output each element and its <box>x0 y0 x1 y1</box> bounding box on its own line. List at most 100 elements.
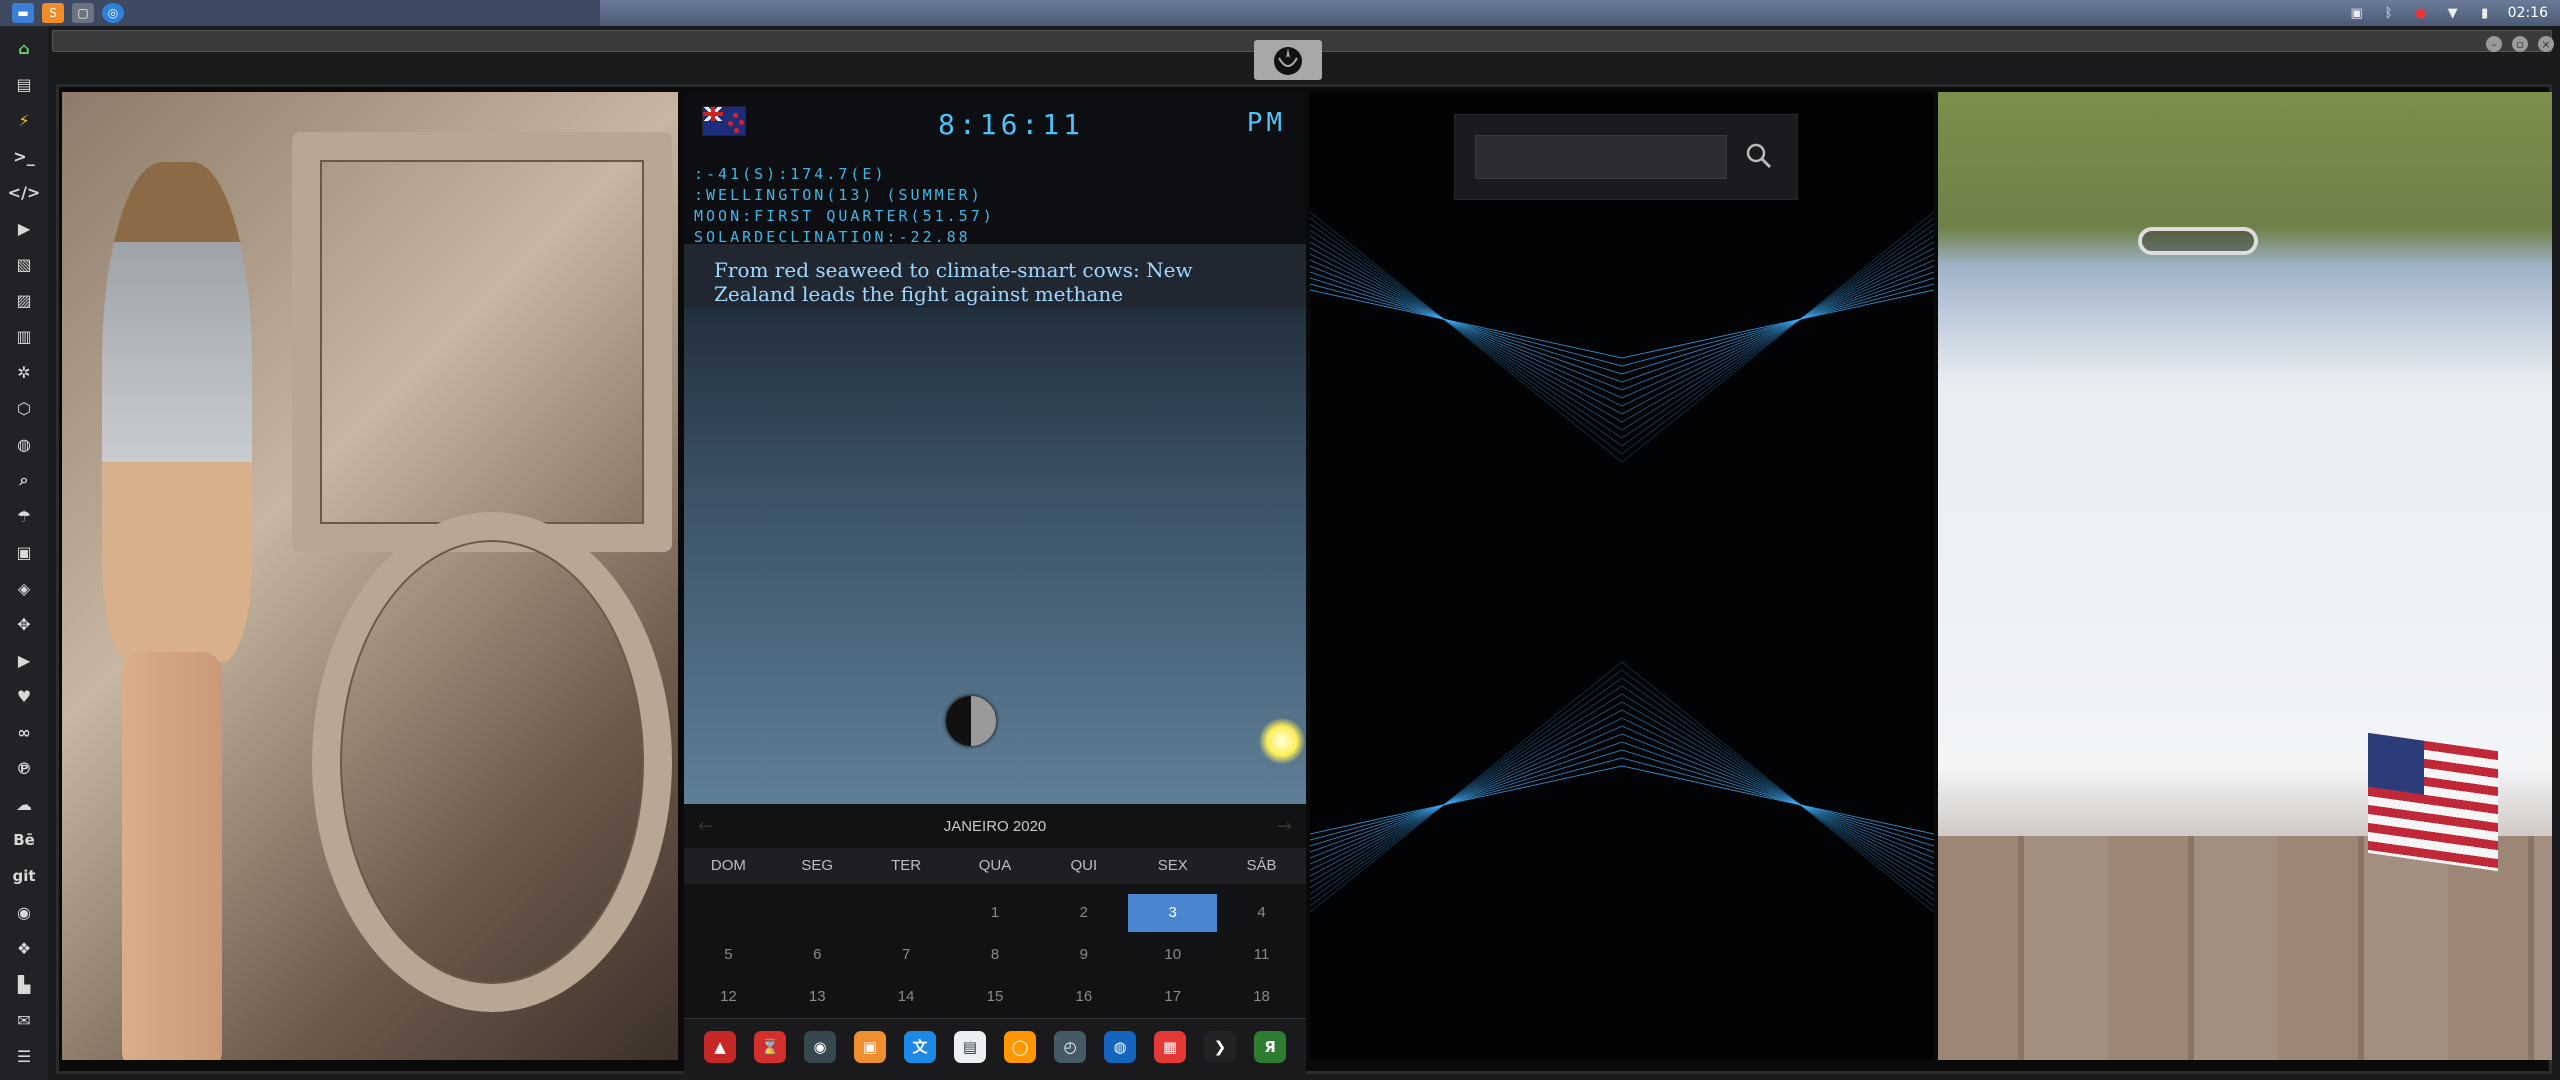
image-icon[interactable]: ▣ <box>2348 5 2366 21</box>
news-banner[interactable]: From red seaweed to climate-smart cows: … <box>684 244 1306 308</box>
photo-panel-left <box>62 92 678 1060</box>
weekday-label: SEG <box>801 857 834 874</box>
chevron-line <box>1310 259 1934 399</box>
search-button[interactable] <box>1739 139 1779 175</box>
play-icon[interactable]: ▶ <box>12 216 36 240</box>
calendar-day[interactable]: 9 <box>1039 934 1128 976</box>
alert-icon[interactable]: ● <box>2412 5 2430 21</box>
wifi-icon[interactable]: ▼ <box>2444 5 2462 21</box>
chevron-line <box>1310 217 1934 455</box>
calendar-day[interactable]: 16 <box>1039 976 1128 1018</box>
document-icon[interactable]: ▤ <box>12 72 36 96</box>
calendar-day[interactable]: 3 <box>1128 894 1218 932</box>
layers-icon[interactable]: ❖ <box>12 936 36 960</box>
list-icon[interactable]: ☰ <box>12 1044 36 1068</box>
chromium-icon[interactable]: ◎ <box>102 3 124 23</box>
notes-icon[interactable]: ▤ <box>954 1030 986 1063</box>
minimize-button[interactable]: – <box>2486 36 2502 52</box>
contacts-icon[interactable]: ▣ <box>12 540 36 564</box>
clock-ampm: PM <box>1246 108 1286 138</box>
git-icon[interactable]: git <box>12 864 36 888</box>
yandex-icon[interactable]: Я <box>1254 1030 1286 1063</box>
chevron-line <box>1310 235 1934 431</box>
chevron-line <box>1310 289 1934 359</box>
calendar-day[interactable]: 2 <box>1039 892 1128 934</box>
calendar-weekdays: DOM SEG TER QUA QUI SEX SÁB <box>684 848 1306 884</box>
code-icon[interactable]: </> <box>8 180 41 204</box>
pinterest-icon[interactable]: ℗ <box>12 756 36 780</box>
search-icon[interactable]: ⌕ <box>12 468 36 492</box>
calendar-day[interactable]: 18 <box>1217 976 1306 1018</box>
clock-header: 8:16:11 PM <box>684 92 1306 148</box>
home-icon[interactable]: ⌂ <box>12 36 36 60</box>
link-icon[interactable]: ∞ <box>12 720 36 744</box>
heart-icon[interactable]: ♥ <box>12 684 36 708</box>
aperture-icon[interactable]: ✲ <box>12 360 36 384</box>
calendar-day[interactable]: 12 <box>684 976 773 1018</box>
window-icon[interactable]: ▢ <box>72 3 94 23</box>
calendar-icon[interactable]: ▦ <box>1154 1030 1186 1063</box>
bluetooth-icon[interactable]: ᛒ <box>2380 5 2398 21</box>
newspaper-icon[interactable]: ▥ <box>12 324 36 348</box>
us-flag <box>2368 732 2498 872</box>
terminal-icon[interactable]: >_ <box>12 144 36 168</box>
github-icon[interactable]: ◉ <box>12 900 36 924</box>
chevron-line <box>1310 677 1934 901</box>
map-icon[interactable]: ▙ <box>12 972 36 996</box>
photos-icon[interactable]: ▣ <box>854 1030 886 1063</box>
chevron-line <box>1310 725 1934 865</box>
image-icon[interactable]: ▨ <box>12 288 36 312</box>
next-month-icon[interactable]: → <box>1277 816 1292 837</box>
rebel-alliance-icon[interactable] <box>1254 40 1322 80</box>
news-headline[interactable]: From red seaweed to climate-smart cows: … <box>714 258 1276 306</box>
search-panel <box>1310 92 1934 1060</box>
calendar-day[interactable]: 15 <box>951 976 1040 1018</box>
model-figure <box>102 162 252 662</box>
clock-label[interactable]: 02:16 <box>2508 5 2548 21</box>
calendar-day[interactable]: 13 <box>773 976 862 1018</box>
cards-icon[interactable]: ▧ <box>12 252 36 276</box>
hourglass-icon[interactable]: ⌛ <box>754 1030 786 1063</box>
maximize-button[interactable]: ▫ <box>2512 36 2528 52</box>
globe-dark-icon[interactable]: ◉ <box>804 1030 836 1063</box>
globe-icon[interactable]: ◍ <box>12 432 36 456</box>
calendar-day[interactable]: 14 <box>862 976 951 1018</box>
clock-icon[interactable]: ◴ <box>1054 1030 1086 1063</box>
model-legs <box>122 652 222 1060</box>
calendar-day[interactable]: 7 <box>862 934 951 976</box>
search-input[interactable] <box>1475 135 1727 179</box>
calendar-day[interactable]: 17 <box>1128 976 1217 1018</box>
app-red-icon[interactable]: ▲ <box>704 1030 736 1063</box>
web-icon[interactable]: ◍ <box>1104 1030 1136 1063</box>
calendar-empty-cell <box>773 892 862 934</box>
sublime-icon[interactable]: S <box>42 3 64 23</box>
umbrella-icon[interactable]: ☂ <box>12 504 36 528</box>
email-icon[interactable]: ✉ <box>12 1008 36 1032</box>
tag-icon[interactable]: ◈ <box>12 576 36 600</box>
behance-icon[interactable]: Bē <box>12 828 36 852</box>
calendar-day[interactable]: 5 <box>684 934 773 976</box>
chevron-line <box>1310 661 1934 913</box>
bolt-icon[interactable]: ⚡ <box>12 108 36 132</box>
marquee-letters <box>292 132 672 552</box>
chevron-line <box>1310 241 1934 423</box>
close-button[interactable]: × <box>2538 36 2554 52</box>
calendar-day[interactable]: 8 <box>951 934 1040 976</box>
calendar-day[interactable]: 4 <box>1217 892 1306 934</box>
coordinates-line: :-41(S):174.7(E) <box>694 165 887 183</box>
calendar-day[interactable]: 6 <box>773 934 862 976</box>
youtube-icon[interactable]: ▶ <box>12 648 36 672</box>
marquee-letters-lower <box>312 512 672 1012</box>
files-icon[interactable]: ▬ <box>12 3 34 23</box>
translate-icon[interactable]: 文 <box>904 1030 936 1063</box>
search-icon[interactable]: ◯ <box>1004 1030 1036 1063</box>
expand-icon[interactable]: ✥ <box>12 612 36 636</box>
calendar-day[interactable]: 1 <box>951 892 1040 934</box>
cloud-icon[interactable]: ☁ <box>12 792 36 816</box>
calendar-day[interactable]: 11 <box>1217 934 1306 976</box>
arrow-icon[interactable]: ❯ <box>1204 1030 1236 1063</box>
weekday-label: QUI <box>1070 857 1098 874</box>
battery-icon[interactable]: ▮ <box>2476 5 2494 21</box>
calendar-day[interactable]: 10 <box>1128 934 1217 976</box>
hexagon-icon[interactable]: ⬡ <box>12 396 36 420</box>
